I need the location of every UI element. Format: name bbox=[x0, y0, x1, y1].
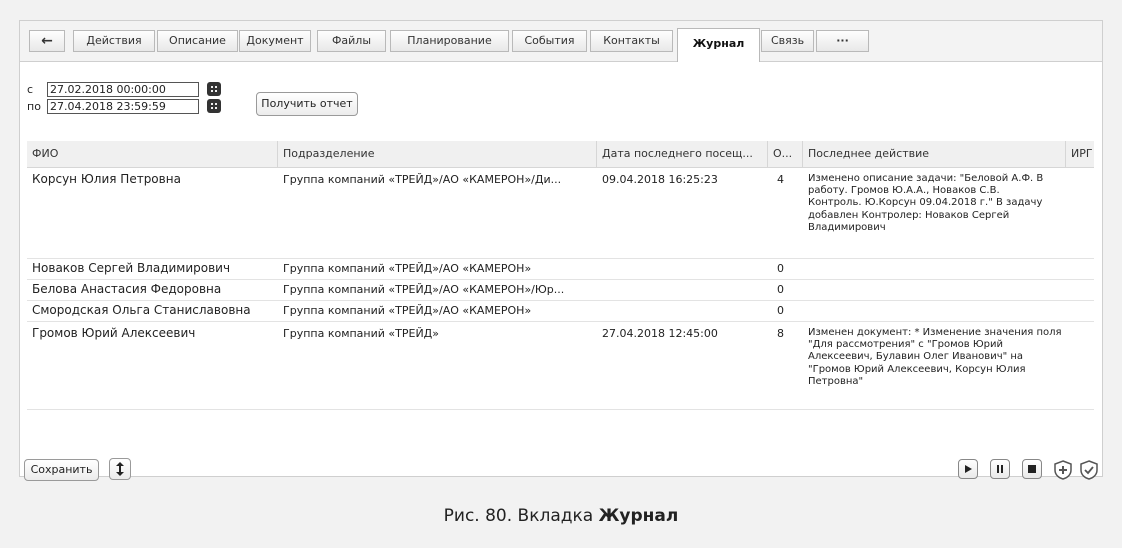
column-header[interactable]: ФИО bbox=[27, 141, 278, 167]
table-row[interactable]: Новаков Сергей Владимирович Группа компа… bbox=[27, 259, 1094, 280]
get-report-button[interactable]: Получить отчет bbox=[256, 92, 358, 116]
dept-cell: Группа компаний «ТРЕЙД»/АО «КАМЕРОН» bbox=[283, 262, 532, 275]
column-header[interactable]: Дата последнего посещ... bbox=[597, 141, 768, 167]
tab-journal[interactable]: Журнал bbox=[677, 28, 760, 62]
action-cell: Изменено описание задачи: "Беловой А.Ф. … bbox=[808, 173, 1044, 233]
count-cell: 0 bbox=[777, 262, 784, 275]
date-cell: 27.04.2018 12:45:00 bbox=[602, 327, 718, 340]
caption-bold: Журнал bbox=[598, 506, 679, 526]
up-down-arrow-icon[interactable] bbox=[109, 458, 131, 480]
table-header: ФИО Подразделение Дата последнего посещ.… bbox=[27, 141, 1094, 168]
column-header[interactable]: Последнее действие bbox=[803, 141, 1066, 167]
table-row[interactable]: Белова Анастасия Федоровна Группа компан… bbox=[27, 280, 1094, 301]
calendar-icon[interactable] bbox=[207, 82, 221, 96]
table-row[interactable]: Громов Юрий Алексеевич Группа компаний «… bbox=[27, 322, 1094, 410]
tab-bar: ← Действия Описание Документ Файлы Плани… bbox=[20, 21, 1102, 62]
play-icon[interactable] bbox=[958, 459, 978, 479]
stop-icon[interactable] bbox=[1022, 459, 1042, 479]
tab-files[interactable]: Файлы bbox=[317, 30, 386, 52]
column-header[interactable]: ИРГ bbox=[1066, 141, 1094, 167]
from-label: с bbox=[27, 83, 34, 96]
back-arrow-icon[interactable]: ← bbox=[29, 30, 65, 52]
tab-link[interactable]: Связь bbox=[761, 30, 814, 52]
count-cell: 4 bbox=[777, 173, 784, 186]
date-from-input[interactable]: 27.02.2018 00:00:00 bbox=[47, 82, 199, 97]
pause-icon[interactable] bbox=[990, 459, 1010, 479]
save-button[interactable]: Сохранить bbox=[24, 459, 99, 481]
calendar-icon[interactable] bbox=[207, 99, 221, 113]
tab-planning[interactable]: Планирование bbox=[390, 30, 509, 52]
tab-events[interactable]: События bbox=[512, 30, 587, 52]
fio-cell: Корсун Юлия Петровна bbox=[32, 173, 181, 186]
dept-cell: Группа компаний «ТРЕЙД»/АО «КАМЕРОН»/Юр.… bbox=[283, 283, 565, 296]
dept-cell: Группа компаний «ТРЕЙД»/АО «КАМЕРОН»/Ди.… bbox=[283, 173, 562, 186]
date-to-input[interactable]: 27.04.2018 23:59:59 bbox=[47, 99, 199, 114]
journal-table: ФИО Подразделение Дата последнего посещ.… bbox=[27, 141, 1094, 426]
dept-cell: Группа компаний «ТРЕЙД»/АО «КАМЕРОН» bbox=[283, 304, 532, 317]
table-row[interactable]: Смородская Ольга Станиславовна Группа ко… bbox=[27, 301, 1094, 322]
count-cell: 0 bbox=[777, 283, 784, 296]
shield-check-icon[interactable] bbox=[1078, 459, 1098, 480]
count-cell: 0 bbox=[777, 304, 784, 317]
tab-contacts[interactable]: Контакты bbox=[590, 30, 673, 52]
column-header[interactable]: Подразделение bbox=[278, 141, 597, 167]
column-header[interactable]: О... bbox=[768, 141, 803, 167]
task-window: ← Действия Описание Документ Файлы Плани… bbox=[19, 20, 1103, 477]
figure-caption: Рис. 80. Вкладка Журнал bbox=[0, 506, 1122, 526]
date-cell: 09.04.2018 16:25:23 bbox=[602, 173, 718, 186]
fio-cell: Белова Анастасия Федоровна bbox=[32, 283, 222, 296]
to-label: по bbox=[27, 100, 41, 113]
tab-actions[interactable]: Действия bbox=[73, 30, 155, 52]
action-cell: Изменен документ: * Изменение значения п… bbox=[808, 327, 1062, 387]
count-cell: 8 bbox=[777, 327, 784, 340]
tab-description[interactable]: Описание bbox=[157, 30, 238, 52]
tab-document[interactable]: Документ bbox=[239, 30, 311, 52]
fio-cell: Смородская Ольга Станиславовна bbox=[32, 304, 251, 317]
caption-prefix: Рис. 80. Вкладка bbox=[443, 506, 599, 526]
fio-cell: Громов Юрий Алексеевич bbox=[32, 327, 196, 340]
table-row[interactable]: Корсун Юлия Петровна Группа компаний «ТР… bbox=[27, 168, 1094, 259]
more-tabs-icon[interactable]: ··· bbox=[816, 30, 869, 52]
dept-cell: Группа компаний «ТРЕЙД» bbox=[283, 327, 439, 340]
shield-plus-icon[interactable] bbox=[1052, 459, 1072, 480]
fio-cell: Новаков Сергей Владимирович bbox=[32, 262, 231, 275]
